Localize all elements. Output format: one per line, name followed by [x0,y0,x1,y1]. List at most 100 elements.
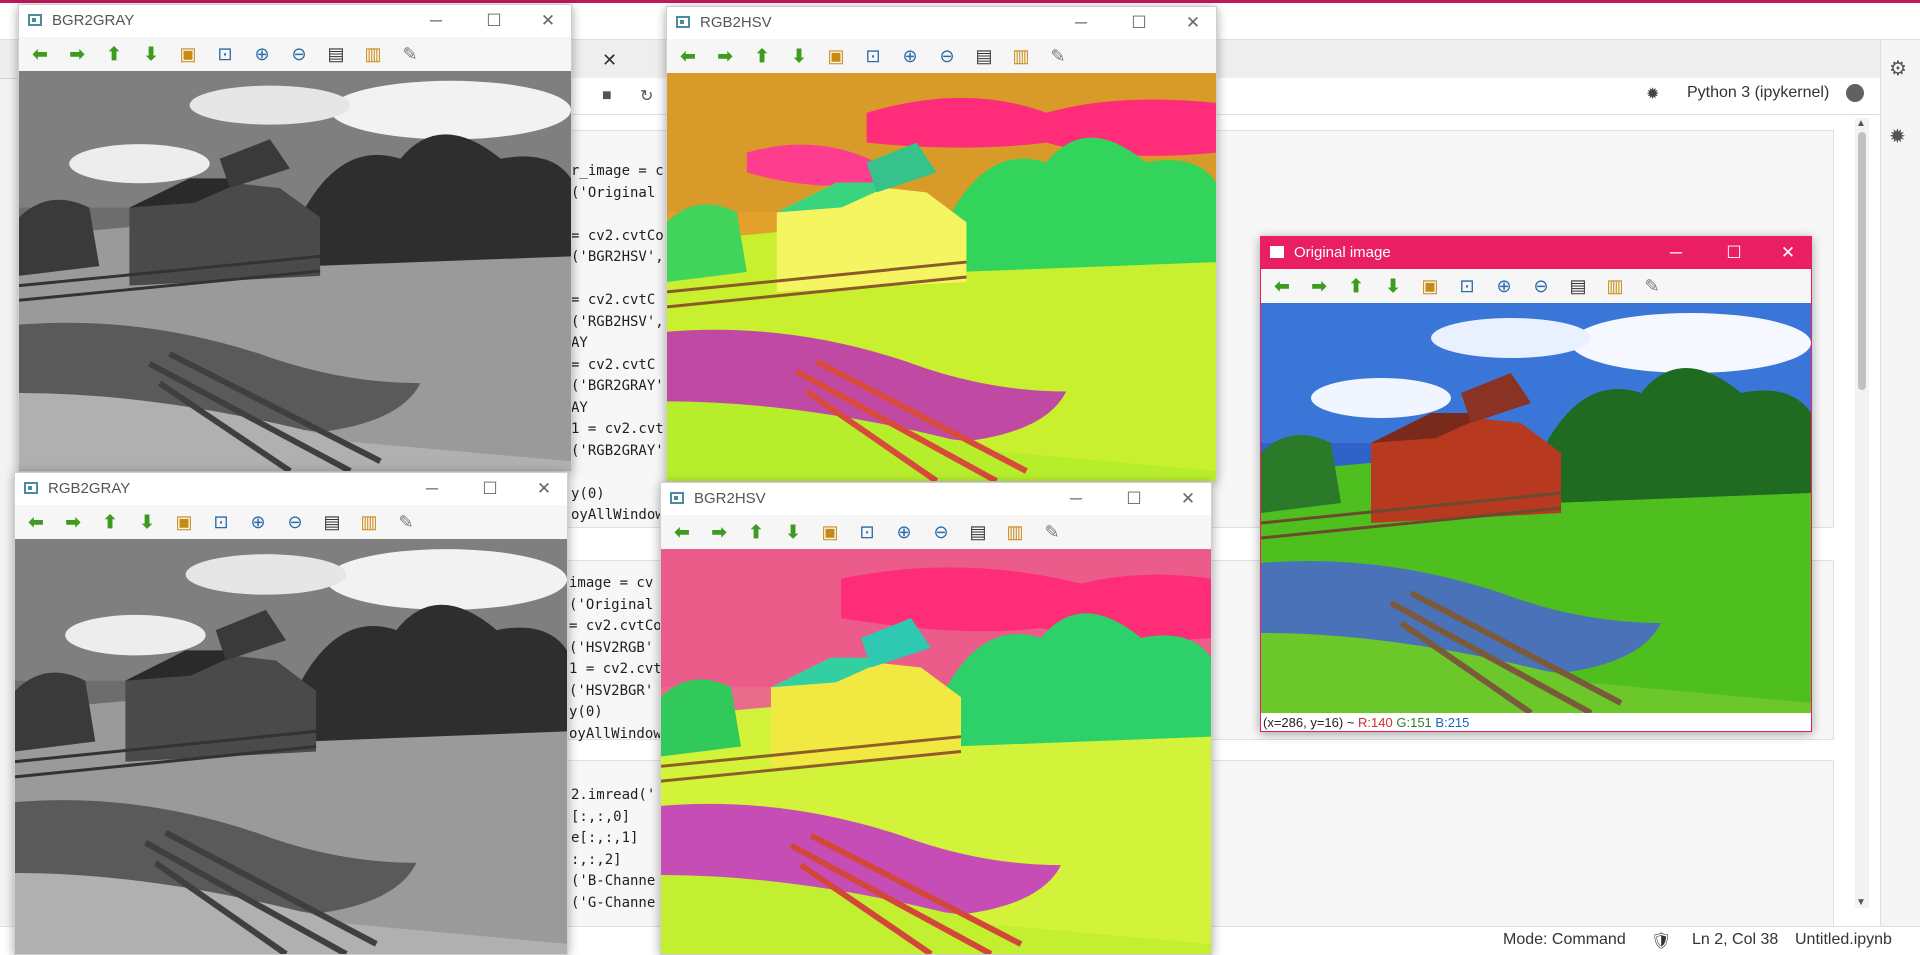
window-bgr2hsv[interactable]: BGR2HSV ─ ☐ ✕ ⬅ ➡ ⬆ ⬇ ▣ ⊡ ⊕ ⊖ ▤ ▥ ✎ [660,482,1212,955]
properties-icon[interactable]: ✎ [399,43,421,65]
zoom-out-icon[interactable]: ⊖ [284,511,306,533]
scrollbar-thumb[interactable] [1858,132,1866,390]
image-canvas[interactable] [1261,303,1811,713]
pan-down-icon[interactable]: ⬇ [136,511,158,533]
image-toolbar: ⬅ ➡ ⬆ ⬇ ▣ ⊡ ⊕ ⊖ ▤ ▥ ✎ [1261,269,1811,303]
titlebar[interactable]: Original image ─ ☐ ✕ [1261,237,1811,269]
window-rgb2hsv[interactable]: RGB2HSV ─ ☐ ✕ ⬅ ➡ ⬆ ⬇ ▣ ⊡ ⊕ ⊖ ▤ ▥ ✎ [666,6,1217,482]
shield-check-icon[interactable]: 🛡 [1651,931,1671,951]
minimize-button[interactable]: ─ [1653,240,1699,266]
pan-right-icon[interactable]: ➡ [1308,275,1330,297]
minimize-button[interactable]: ─ [1053,486,1099,512]
scroll-down-icon[interactable]: ▼ [1856,897,1866,908]
pan-up-icon[interactable]: ⬆ [751,45,773,67]
copy-clipboard-icon[interactable]: ▥ [358,511,380,533]
zoom-original-icon[interactable]: ⊡ [1456,275,1478,297]
debugger-sidebar-icon[interactable]: ✹ [1889,124,1906,149]
zoom-fit-icon[interactable]: ▣ [819,521,841,543]
titlebar[interactable]: BGR2HSV ─ ☐ ✕ [661,483,1211,515]
close-button[interactable]: ✕ [1765,240,1811,266]
pan-right-icon[interactable]: ➡ [708,521,730,543]
pan-up-icon[interactable]: ⬆ [1345,275,1367,297]
titlebar[interactable]: BGR2GRAY ─ ☐ ✕ [19,5,571,37]
pan-right-icon[interactable]: ➡ [66,43,88,65]
save-icon[interactable]: ▤ [967,521,989,543]
maximize-button[interactable]: ☐ [1711,240,1757,266]
zoom-in-icon[interactable]: ⊕ [251,43,273,65]
zoom-original-icon[interactable]: ⊡ [210,511,232,533]
minimize-button[interactable]: ─ [409,476,455,502]
zoom-original-icon[interactable]: ⊡ [856,521,878,543]
pan-down-icon[interactable]: ⬇ [1382,275,1404,297]
zoom-in-icon[interactable]: ⊕ [247,511,269,533]
zoom-out-icon[interactable]: ⊖ [1530,275,1552,297]
notebook-filename[interactable]: Untitled.ipynb [1795,931,1892,949]
zoom-in-icon[interactable]: ⊕ [893,521,915,543]
copy-clipboard-icon[interactable]: ▥ [1604,275,1626,297]
zoom-out-icon[interactable]: ⊖ [288,43,310,65]
save-icon[interactable]: ▤ [973,45,995,67]
zoom-fit-icon[interactable]: ▣ [173,511,195,533]
properties-icon[interactable]: ✎ [1641,275,1663,297]
titlebar[interactable]: RGB2GRAY ─ ☐ ✕ [15,473,567,505]
zoom-out-icon[interactable]: ⊖ [936,45,958,67]
close-button[interactable]: ✕ [521,476,567,502]
pan-right-icon[interactable]: ➡ [62,511,84,533]
close-button[interactable]: ✕ [1170,10,1216,36]
copy-clipboard-icon[interactable]: ▥ [1010,45,1032,67]
close-button[interactable]: ✕ [525,8,571,34]
maximize-button[interactable]: ☐ [1111,486,1157,512]
zoom-in-icon[interactable]: ⊕ [1493,275,1515,297]
close-button[interactable]: ✕ [1165,486,1211,512]
zoom-out-icon[interactable]: ⊖ [930,521,952,543]
zoom-original-icon[interactable]: ⊡ [862,45,884,67]
minimize-button[interactable]: ─ [413,8,459,34]
pan-up-icon[interactable]: ⬆ [103,43,125,65]
save-icon[interactable]: ▤ [321,511,343,533]
window-rgb2gray[interactable]: RGB2GRAY ─ ☐ ✕ ⬅ ➡ ⬆ ⬇ ▣ ⊡ ⊕ ⊖ ▤ ▥ ✎ [14,472,568,955]
mode-indicator[interactable]: Mode: Command [1503,931,1626,949]
zoom-fit-icon[interactable]: ▣ [177,43,199,65]
tab-close-icon[interactable]: ✕ [602,50,617,71]
pan-left-icon[interactable]: ⬅ [29,43,51,65]
maximize-button[interactable]: ☐ [467,476,513,502]
copy-clipboard-icon[interactable]: ▥ [1004,521,1026,543]
pan-down-icon[interactable]: ⬇ [782,521,804,543]
maximize-button[interactable]: ☐ [1116,10,1162,36]
zoom-original-icon[interactable]: ⊡ [214,43,236,65]
pan-left-icon[interactable]: ⬅ [671,521,693,543]
window-original-image[interactable]: Original image ─ ☐ ✕ ⬅ ➡ ⬆ ⬇ ▣ ⊡ ⊕ ⊖ ▤ ▥ ✎ (x=286,… [1260,236,1812,732]
properties-icon[interactable]: ✎ [1041,521,1063,543]
properties-icon[interactable]: ✎ [395,511,417,533]
pan-left-icon[interactable]: ⬅ [25,511,47,533]
copy-clipboard-icon[interactable]: ▥ [362,43,384,65]
image-canvas[interactable] [19,71,571,471]
maximize-button[interactable]: ☐ [471,8,517,34]
cursor-position[interactable]: Ln 2, Col 38 [1692,931,1778,949]
zoom-in-icon[interactable]: ⊕ [899,45,921,67]
property-inspector-icon[interactable]: ⚙ [1889,56,1907,81]
scroll-up-icon[interactable]: ▲ [1856,118,1866,129]
pan-left-icon[interactable]: ⬅ [677,45,699,67]
debugger-icon[interactable]: ✹ [1646,84,1659,104]
stop-kernel-icon[interactable]: ■ [602,87,612,105]
image-canvas[interactable] [15,539,567,954]
restart-kernel-icon[interactable]: ↻ [640,86,653,106]
pan-up-icon[interactable]: ⬆ [745,521,767,543]
kernel-name[interactable]: Python 3 (ipykernel) [1687,84,1829,102]
image-canvas[interactable] [667,73,1216,481]
image-canvas[interactable] [661,549,1211,954]
window-bgr2gray[interactable]: BGR2GRAY ─ ☐ ✕ ⬅ ➡ ⬆ ⬇ ▣ ⊡ ⊕ ⊖ ▤ ▥ ✎ [18,4,572,472]
pan-down-icon[interactable]: ⬇ [140,43,162,65]
pan-left-icon[interactable]: ⬅ [1271,275,1293,297]
titlebar[interactable]: RGB2HSV ─ ☐ ✕ [667,7,1216,39]
zoom-fit-icon[interactable]: ▣ [1419,275,1441,297]
save-icon[interactable]: ▤ [325,43,347,65]
minimize-button[interactable]: ─ [1058,10,1104,36]
properties-icon[interactable]: ✎ [1047,45,1069,67]
pan-right-icon[interactable]: ➡ [714,45,736,67]
save-icon[interactable]: ▤ [1567,275,1589,297]
pan-up-icon[interactable]: ⬆ [99,511,121,533]
zoom-fit-icon[interactable]: ▣ [825,45,847,67]
pan-down-icon[interactable]: ⬇ [788,45,810,67]
